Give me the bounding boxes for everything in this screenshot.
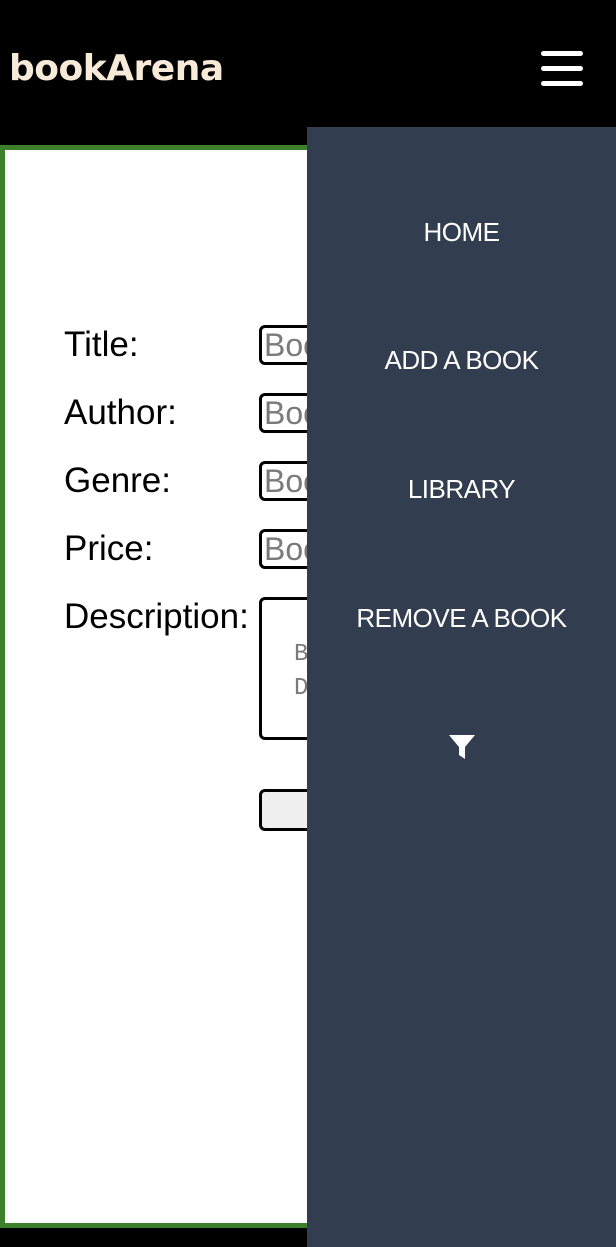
menu-item-library[interactable]: LIBRARY bbox=[307, 474, 616, 505]
description-label: Description: bbox=[64, 597, 249, 636]
hamburger-menu-icon[interactable] bbox=[541, 49, 585, 89]
genre-label: Genre: bbox=[64, 461, 171, 500]
brand-logo[interactable]: bookArena bbox=[9, 48, 224, 89]
menu-item-add-book[interactable]: ADD A BOOK bbox=[307, 345, 616, 376]
filter-funnel-icon[interactable] bbox=[448, 733, 476, 761]
hamburger-bar bbox=[541, 81, 583, 86]
menu-item-remove-book[interactable]: REMOVE A BOOK bbox=[307, 603, 616, 634]
title-label: Title: bbox=[64, 325, 139, 364]
author-label: Author: bbox=[64, 393, 177, 432]
side-drawer-menu: HOME ADD A BOOK LIBRARY REMOVE A BOOK bbox=[307, 127, 616, 1247]
top-header: bookArena bbox=[0, 0, 616, 145]
menu-item-home[interactable]: HOME bbox=[307, 217, 616, 248]
hamburger-bar bbox=[541, 66, 583, 71]
hamburger-bar bbox=[541, 51, 583, 56]
price-label: Price: bbox=[64, 529, 154, 568]
